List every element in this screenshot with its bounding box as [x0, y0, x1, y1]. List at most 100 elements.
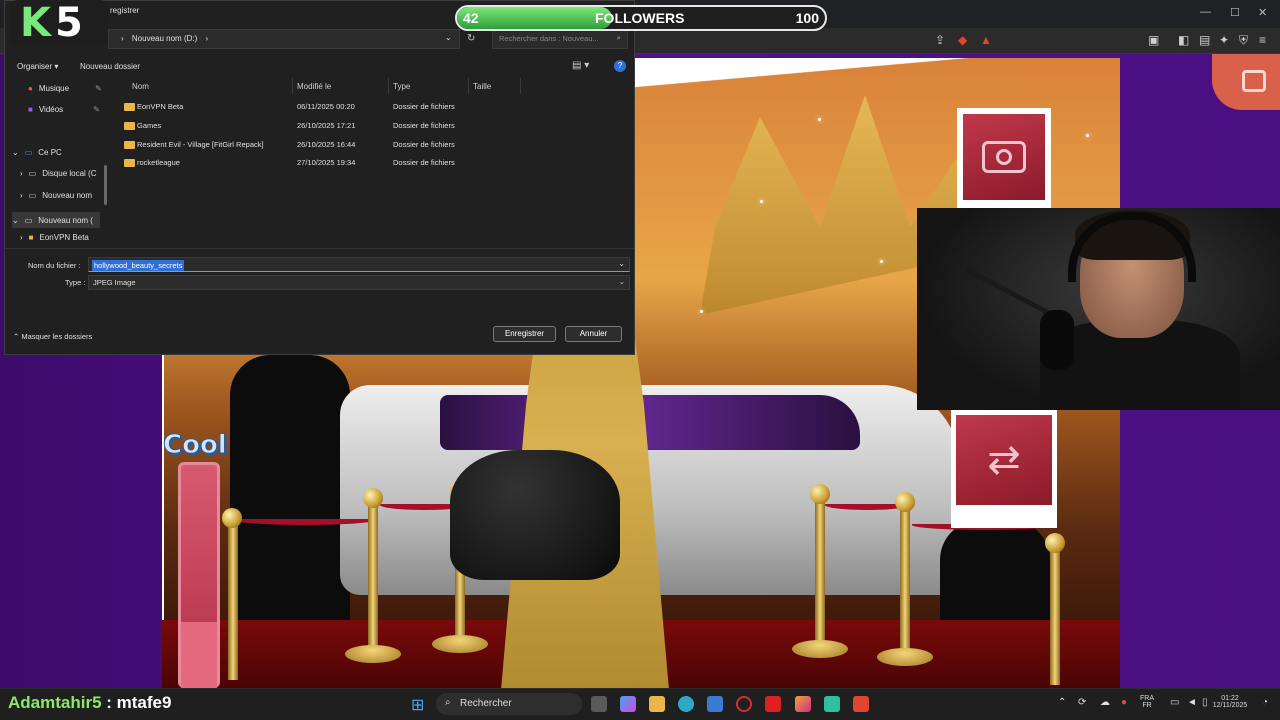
- leo-icon[interactable]: ✦: [1219, 33, 1229, 47]
- followers-current: 42: [463, 10, 479, 26]
- clock[interactable]: 01:22 12/11/2025: [1208, 695, 1252, 709]
- edge-icon[interactable]: [678, 696, 694, 712]
- view-options-icon[interactable]: ▤ ▾: [572, 60, 589, 71]
- drive-icon: ▭: [28, 169, 37, 178]
- address-bar[interactable]: › Nouveau nom (D:) › ⌄: [108, 29, 460, 49]
- chevron-down-icon: ⌄: [618, 259, 625, 268]
- windows-start-icon[interactable]: ⊞: [411, 695, 424, 715]
- copilot-icon[interactable]: [620, 696, 636, 712]
- save-button[interactable]: Enregistrer: [493, 326, 556, 342]
- sparkle: [1086, 134, 1089, 137]
- search-input[interactable]: Rechercher dans : Nouveau... ⌕: [492, 29, 628, 49]
- taskbar-search[interactable]: ⌕ Rechercher: [436, 693, 582, 715]
- chevron-down-icon: ⌄: [12, 215, 19, 225]
- language-bottom: FR: [1142, 702, 1152, 709]
- cool-meter-fill: [181, 622, 217, 688]
- chevron-down-icon[interactable]: ⌄: [445, 33, 452, 42]
- nav-local-disk[interactable]: › ▭ Disque local (C: [20, 169, 96, 178]
- minimize-icon[interactable]: —: [1200, 6, 1211, 18]
- breadcrumb[interactable]: Nouveau nom (D:): [132, 34, 197, 43]
- sparkle: [880, 260, 883, 263]
- file-row[interactable]: Resident Evil - Village [FitGirl Repack]…: [120, 137, 520, 155]
- cancel-button[interactable]: Annuler: [565, 326, 622, 342]
- filename-label: Nom du fichier :: [28, 261, 81, 270]
- organize-button[interactable]: Organiser ▾: [17, 62, 58, 71]
- task-view-icon[interactable]: [591, 696, 607, 712]
- screenshot-icon[interactable]: ▣: [1148, 33, 1159, 47]
- battery-icon[interactable]: ▯: [1202, 697, 1208, 708]
- swap-icon: ⇄: [956, 415, 1052, 505]
- column-separator: [388, 78, 389, 94]
- brave-shield-icon[interactable]: ◆: [958, 33, 967, 47]
- nav-videos[interactable]: ■ Vidéos ✎: [28, 105, 100, 114]
- nav-eonvpn[interactable]: › ■ EonVPN Beta: [20, 233, 89, 242]
- camera-button[interactable]: [957, 108, 1051, 208]
- file-row[interactable]: Games 26/10/2025 17:21 Dossier de fichie…: [120, 118, 520, 136]
- app-icon[interactable]: [824, 696, 840, 712]
- close-icon[interactable]: ✕: [1258, 6, 1267, 19]
- row-type: Dossier de fichiers: [393, 102, 455, 111]
- column-size[interactable]: Taille: [473, 82, 491, 91]
- folder-icon: [124, 122, 135, 130]
- filename-input[interactable]: hollywood_beauty_secrets ⌄: [88, 257, 630, 272]
- hide-folders-toggle[interactable]: ⌃ Masquer les dossiers: [13, 332, 92, 341]
- row-type: Dossier de fichiers: [393, 158, 455, 167]
- camera-icon: [982, 141, 1026, 173]
- file-row[interactable]: rocketleague 27/10/2025 19:34 Dossier de…: [120, 155, 520, 173]
- followers-label: FOLLOWERS: [595, 10, 685, 26]
- volume-icon[interactable]: ◄: [1187, 697, 1197, 708]
- search-icon: ⌕: [445, 697, 451, 708]
- brave-rewards-icon[interactable]: ▲: [980, 33, 992, 47]
- fullscreen-button[interactable]: [1212, 54, 1280, 110]
- type-select[interactable]: JPEG Image ⌄: [88, 275, 630, 290]
- column-modified[interactable]: Modifié le: [297, 82, 331, 91]
- nav-new-name-1[interactable]: › ▭ Nouveau nom: [20, 191, 92, 200]
- stanchion-post: [368, 500, 378, 650]
- new-folder-button[interactable]: Nouveau dossier: [80, 62, 140, 71]
- file-explorer-icon[interactable]: [649, 696, 665, 712]
- character-handbag[interactable]: [450, 450, 620, 580]
- type-value: JPEG Image: [93, 278, 136, 287]
- store-icon[interactable]: [707, 696, 723, 712]
- nav-scrollbar[interactable]: [104, 165, 107, 205]
- clock-time: 01:22: [1221, 695, 1239, 702]
- brave-icon[interactable]: [853, 696, 869, 712]
- folder-icon: ■: [28, 233, 34, 242]
- column-separator: [468, 78, 469, 94]
- help-icon[interactable]: ?: [614, 60, 626, 72]
- chevron-up-icon[interactable]: ⌃: [1058, 697, 1066, 708]
- sidebar-icon[interactable]: ◧: [1178, 33, 1189, 47]
- nav-music[interactable]: ● Musique ✎: [28, 84, 102, 93]
- language-indicator[interactable]: FRA FR: [1140, 695, 1154, 709]
- save-dialog: [4, 0, 635, 355]
- share-icon[interactable]: ⇪: [935, 33, 945, 47]
- opera-icon[interactable]: [736, 696, 752, 712]
- file-row[interactable]: EonVPN Beta 06/11/2025 00:20 Dossier de …: [120, 99, 520, 117]
- vpn-icon[interactable]: ⛨: [1239, 33, 1248, 48]
- refresh-icon[interactable]: ↻: [467, 33, 475, 44]
- row-name: EonVPN Beta: [137, 102, 184, 111]
- sync-icon[interactable]: ⟳: [1078, 697, 1086, 708]
- youtube-icon[interactable]: [765, 696, 781, 712]
- wallet-icon[interactable]: ▤: [1199, 33, 1210, 47]
- velvet-rope: [235, 515, 375, 525]
- instagram-icon[interactable]: [795, 696, 811, 712]
- sparkle: [818, 118, 821, 121]
- sparkle: [700, 310, 703, 313]
- column-name[interactable]: Nom: [132, 82, 149, 91]
- stanchion-top: [222, 508, 242, 528]
- column-type[interactable]: Type: [393, 82, 410, 91]
- stanchion-base: [345, 645, 401, 663]
- pc-icon: ▭: [24, 148, 33, 157]
- network-icon[interactable]: ▭: [1170, 697, 1179, 708]
- notifications-icon[interactable]: ◔: [1262, 697, 1268, 708]
- nav-this-pc[interactable]: ⌄ ▭ Ce PC: [12, 148, 62, 157]
- menu-icon[interactable]: ≡: [1259, 33, 1266, 47]
- microphone: [1040, 310, 1074, 370]
- nav-new-name-2[interactable]: ⌄ ▭ Nouveau nom (: [12, 212, 100, 228]
- cloud-icon[interactable]: ☁: [1100, 697, 1110, 708]
- row-name: Games: [137, 121, 162, 130]
- maximize-icon[interactable]: ☐: [1230, 6, 1240, 19]
- swap-button[interactable]: ⇄: [951, 410, 1057, 528]
- mic-icon[interactable]: ●: [1121, 697, 1127, 708]
